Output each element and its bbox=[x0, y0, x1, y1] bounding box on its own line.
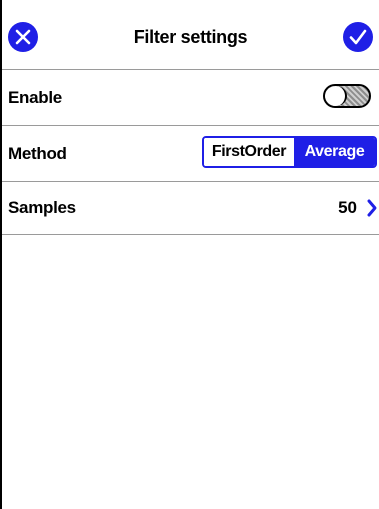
method-option-firstorder[interactable]: FirstOrder bbox=[204, 138, 294, 166]
method-option-average[interactable]: Average bbox=[294, 138, 375, 166]
enable-label: Enable bbox=[8, 88, 62, 107]
samples-value: 50 bbox=[338, 198, 357, 217]
enable-toggle[interactable] bbox=[323, 84, 371, 108]
checkmark-icon bbox=[349, 29, 367, 45]
method-label: Method bbox=[8, 144, 67, 163]
samples-label: Samples bbox=[8, 198, 76, 217]
enable-row: Enable bbox=[2, 70, 379, 126]
chevron-right-icon bbox=[367, 199, 377, 217]
filter-settings-screen: Filter settings Enable Method FirstOrder… bbox=[0, 0, 379, 509]
header-bar: Filter settings bbox=[2, 0, 379, 70]
samples-row[interactable]: Samples 50 bbox=[2, 181, 379, 235]
page-title: Filter settings bbox=[133, 27, 248, 47]
confirm-button[interactable] bbox=[343, 22, 373, 52]
method-row: Method FirstOrder Average bbox=[2, 126, 379, 182]
method-segmented-control: FirstOrder Average bbox=[202, 136, 377, 168]
toggle-knob bbox=[325, 86, 347, 106]
